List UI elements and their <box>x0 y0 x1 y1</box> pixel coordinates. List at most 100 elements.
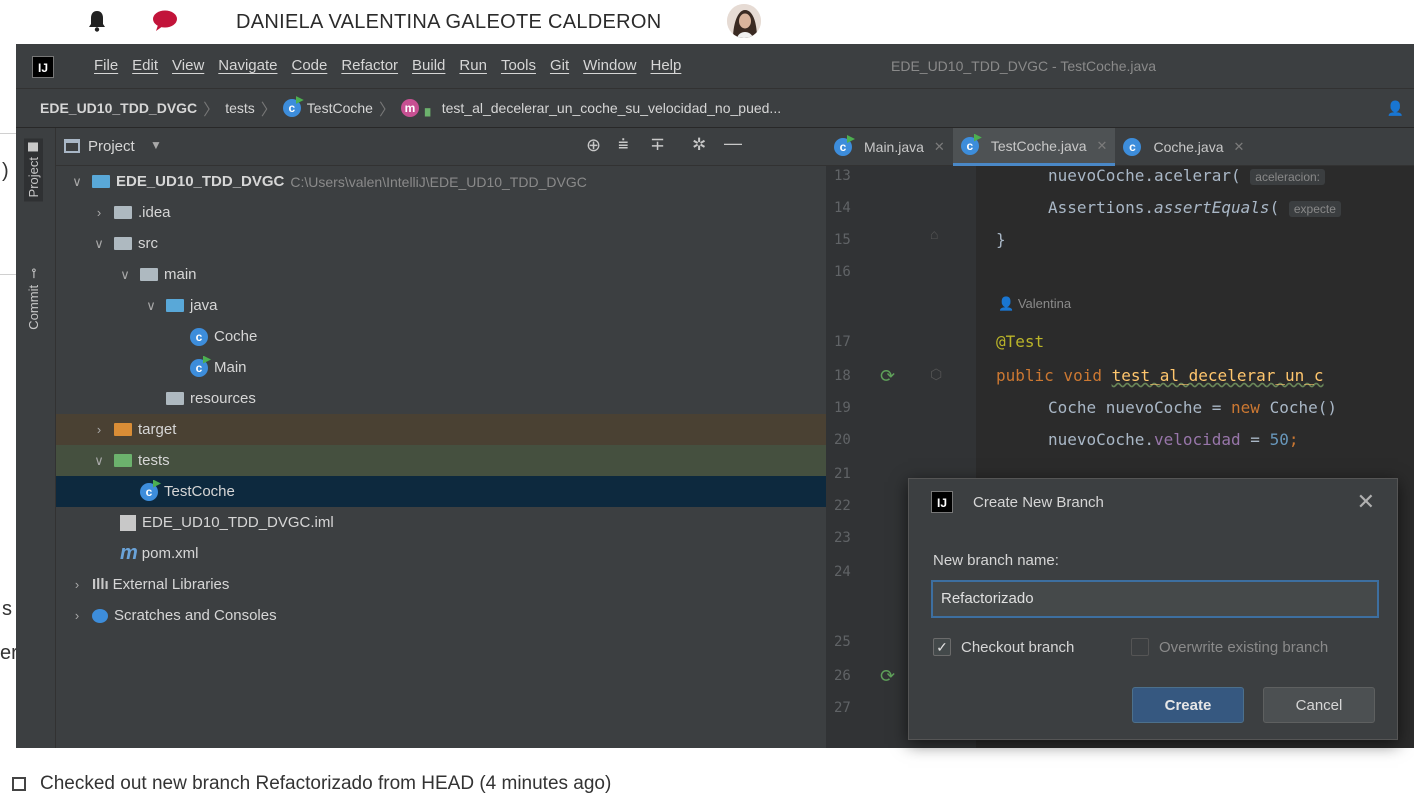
line-number: 20 <box>834 432 851 448</box>
user-avatar[interactable] <box>727 4 761 38</box>
status-message: Checked out new branch Refactorizado fro… <box>40 773 612 794</box>
tool-tab-project[interactable]: Project <box>24 138 43 202</box>
tree-item-resources[interactable]: resources <box>56 383 826 414</box>
menu-build[interactable]: Build <box>412 57 445 74</box>
class-icon: c <box>282 96 304 117</box>
menu-edit[interactable]: Edit <box>132 57 158 74</box>
line-number: 27 <box>834 700 851 716</box>
user-icon: 👤 <box>998 296 1015 311</box>
code-line-15[interactable]: } <box>996 230 1006 249</box>
menu-file[interactable]: File <box>94 57 118 74</box>
user-name[interactable]: DANIELA VALENTINA GALEOTE CALDERON <box>236 11 662 34</box>
tree-item-target[interactable]: › target <box>56 414 826 445</box>
tree-item-idea[interactable]: › .idea <box>56 197 826 228</box>
breadcrumb-method[interactable]: test_al_decelerar_un_coche_su_velocidad_… <box>442 100 781 116</box>
create-branch-dialog: IJ Create New Branch ✕ New branch name: … <box>908 478 1398 740</box>
chevron-down-icon[interactable]: ▼ <box>150 138 162 152</box>
overwrite-branch-checkbox[interactable]: Overwrite existing branch <box>1131 638 1328 656</box>
line-number: 18 <box>834 368 851 384</box>
run-test-icon[interactable]: ⟳ <box>880 666 895 687</box>
gear-icon[interactable]: ✲ <box>692 135 706 155</box>
breadcrumb-project[interactable]: EDE_UD10_TDD_DVGC <box>40 100 197 116</box>
cut-text: ) <box>2 160 9 182</box>
editor-tabs: c Main.java ✕ c TestCoche.java ✕ c Coche.j… <box>826 128 1414 166</box>
menu-view[interactable]: View <box>172 57 204 74</box>
breadcrumb-class[interactable]: TestCoche <box>307 100 373 116</box>
menu-run[interactable]: Run <box>459 57 487 74</box>
menu-navigate[interactable]: Navigate <box>218 57 277 74</box>
checkout-branch-checkbox[interactable]: ✓ Checkout branch <box>933 638 1074 656</box>
tab-testcoche-java[interactable]: c TestCoche.java ✕ <box>952 128 1116 166</box>
code-line-13[interactable]: nuevoCoche.acelerar( aceleracion: <box>1048 166 1326 185</box>
tab-main-java[interactable]: c Main.java ✕ <box>826 128 953 166</box>
close-icon[interactable]: ✕ <box>1357 489 1375 515</box>
bell-icon[interactable] <box>88 10 106 32</box>
tree-item-main-class[interactable]: c Main <box>56 352 826 383</box>
chevron-right-icon: 〉 <box>378 102 395 119</box>
status-notification[interactable]: Checked out new branch Refactorizado fro… <box>0 766 860 802</box>
menu-tools[interactable]: Tools <box>501 57 536 74</box>
tree-item-testcoche[interactable]: c TestCoche <box>56 476 826 507</box>
menu-help[interactable]: Help <box>651 57 682 74</box>
project-path: C:\Users\valen\IntelliJ\EDE_UD10_TDD_DVG… <box>290 173 587 190</box>
tree-item-project-root[interactable]: ∨ EDE_UD10_TDD_DVGC C:\Users\valen\Intel… <box>56 166 826 197</box>
line-number: 23 <box>834 530 851 546</box>
branch-name-input[interactable]: Refactorizado <box>931 580 1379 618</box>
public-modifier-icon: ▖ <box>424 99 436 116</box>
checkbox-empty-icon <box>1131 638 1149 656</box>
code-line-19[interactable]: Coche nuevoCoche = new Coche() <box>1048 398 1337 417</box>
class-icon: c <box>1123 138 1142 156</box>
libraries-icon: Illı <box>92 576 109 593</box>
user-icon[interactable]: 👤 <box>1387 100 1404 117</box>
project-panel-header: Project ▼ ⊕ ⩧ ∓ ✲ — <box>56 128 826 166</box>
tree-item-tests[interactable]: ∨ tests <box>56 445 826 476</box>
tree-item-main[interactable]: ∨ main <box>56 259 826 290</box>
tool-tab-commit[interactable]: Commit ⊸ <box>24 264 43 334</box>
line-number: 21 <box>834 466 851 482</box>
tree-item-external-libraries[interactable]: › Illı External Libraries <box>56 569 826 600</box>
run-test-icon[interactable]: ⟳ <box>880 366 895 387</box>
tree-item-scratches[interactable]: › Scratches and Consoles <box>56 600 826 631</box>
code-author-hint[interactable]: 👤 Valentina <box>998 296 1071 312</box>
runnable-class-icon: c <box>834 135 855 156</box>
tool-window-strip: Project Commit ⊸ <box>16 128 56 748</box>
top-bar: DANIELA VALENTINA GALEOTE CALDERON <box>0 0 1414 44</box>
code-line-20[interactable]: nuevoCoche.velocidad = 50; <box>1048 430 1298 449</box>
menu-git[interactable]: Git <box>550 57 569 74</box>
tree-item-coche[interactable]: c Coche <box>56 321 826 352</box>
collapse-all-icon[interactable]: ∓ <box>650 134 665 155</box>
menu-window[interactable]: Window <box>583 57 636 74</box>
line-number: 25 <box>834 634 851 650</box>
close-icon: ✕ <box>1233 139 1245 154</box>
line-number: 14 <box>834 200 851 216</box>
expand-all-icon[interactable]: ⩧ <box>618 134 629 155</box>
tree-item-pom[interactable]: m pom.xml <box>56 538 826 569</box>
chat-bubble-icon[interactable] <box>152 10 178 32</box>
fold-icon[interactable]: ⌂ <box>930 226 938 242</box>
class-icon: c <box>190 327 208 346</box>
runnable-class-icon: c <box>140 479 161 501</box>
menu-code[interactable]: Code <box>291 57 327 74</box>
divider <box>0 274 16 275</box>
fold-icon[interactable]: ⬡ <box>930 366 942 383</box>
breadcrumb-folder[interactable]: tests <box>225 100 255 116</box>
checkmark-icon: ✓ <box>933 638 951 656</box>
tree-item-java[interactable]: ∨ java <box>56 290 826 321</box>
tree-item-iml[interactable]: EDE_UD10_TDD_DVGC.iml <box>56 507 826 538</box>
menu-refactor[interactable]: Refactor <box>341 57 398 74</box>
code-line-14[interactable]: Assertions.assertEquals( expecte <box>1048 198 1341 217</box>
code-line-17[interactable]: @Test <box>996 332 1044 351</box>
intellij-logo-icon: IJ <box>931 491 953 513</box>
tab-coche-java[interactable]: c Coche.java ✕ <box>1115 128 1252 166</box>
runnable-class-icon: c <box>960 133 982 155</box>
locate-icon[interactable]: ⊕ <box>586 135 601 156</box>
runnable-class-icon: c <box>190 355 211 377</box>
hide-icon[interactable]: — <box>724 133 742 154</box>
project-view-selector[interactable]: Project <box>88 138 135 155</box>
create-button[interactable]: Create <box>1132 687 1244 723</box>
code-line-18[interactable]: public void test_al_decelerar_un_c <box>996 366 1324 385</box>
close-icon: ✕ <box>1096 137 1108 153</box>
tree-item-src[interactable]: ∨ src <box>56 228 826 259</box>
line-number: 17 <box>834 334 851 350</box>
cancel-button[interactable]: Cancel <box>1263 687 1375 723</box>
